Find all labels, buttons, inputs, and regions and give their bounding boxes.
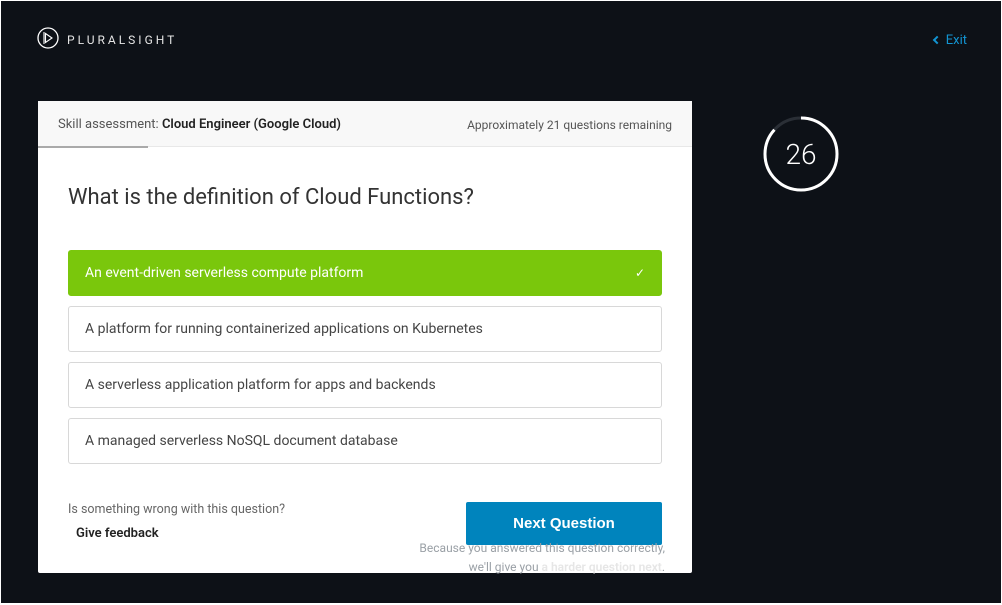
countdown-timer: 26 (762, 115, 840, 193)
assessment-label: Skill assessment: Cloud Engineer (Google… (58, 117, 341, 132)
result-message: Because you answered this question corre… (1, 539, 693, 577)
answer-option[interactable]: A managed serverless NoSQL document data… (68, 418, 662, 464)
option-text: An event-driven serverless compute platf… (85, 265, 363, 281)
result-line2-pre: we'll give you (469, 560, 542, 574)
exit-link[interactable]: Exit (934, 33, 967, 48)
answer-option[interactable]: An event-driven serverless compute platf… (68, 250, 662, 296)
logo-icon (37, 27, 59, 53)
card-header: Skill assessment: Cloud Engineer (Google… (38, 101, 692, 147)
result-line2-post: . (662, 560, 665, 574)
option-text: A managed serverless NoSQL document data… (85, 433, 398, 449)
option-text: A platform for running containerized app… (85, 321, 483, 337)
result-line2-bold: a harder question next (542, 560, 662, 574)
question-text: What is the definition of Cloud Function… (68, 185, 662, 210)
timer-value: 26 (785, 138, 816, 171)
option-text: A serverless application platform for ap… (85, 377, 436, 393)
logo: PLURALSIGHT (37, 27, 177, 53)
options-list: An event-driven serverless compute platf… (68, 250, 662, 464)
feedback-block: Is something wrong with this question? G… (68, 502, 285, 541)
header-bar: PLURALSIGHT Exit (1, 1, 1001, 79)
card-body: What is the definition of Cloud Function… (38, 147, 692, 573)
questions-remaining: Approximately 21 questions remaining (467, 118, 672, 132)
content-row: Skill assessment: Cloud Engineer (Google… (1, 79, 1001, 573)
answer-option[interactable]: A serverless application platform for ap… (68, 362, 662, 408)
assessment-name: Cloud Engineer (Google Cloud) (162, 117, 341, 132)
assessment-prefix: Skill assessment: (58, 117, 159, 132)
exit-label: Exit (946, 33, 967, 48)
app-frame: PLURALSIGHT Exit Skill assessment: Cloud… (1, 1, 1001, 603)
feedback-prompt: Is something wrong with this question? (68, 502, 285, 517)
answer-option[interactable]: A platform for running containerized app… (68, 306, 662, 352)
result-line1: Because you answered this question corre… (419, 541, 665, 555)
brand-name: PLURALSIGHT (67, 33, 177, 47)
question-card: Skill assessment: Cloud Engineer (Google… (38, 101, 692, 573)
chevron-left-icon (932, 36, 940, 44)
